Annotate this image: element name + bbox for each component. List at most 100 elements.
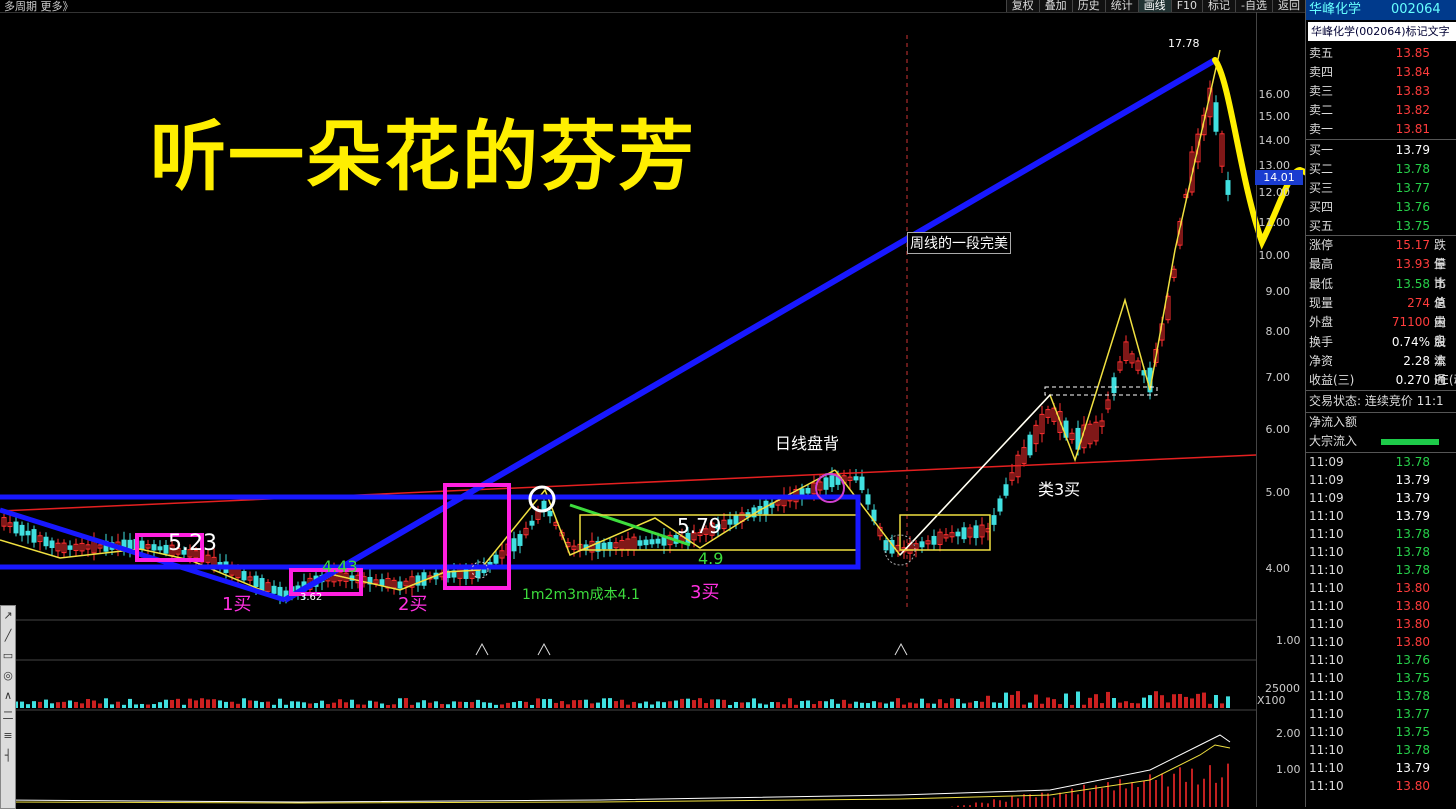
top-button-1[interactable]: 叠加 <box>1039 0 1072 12</box>
candle-body <box>998 499 1002 511</box>
stock-title[interactable]: 华峰化学002064 <box>1306 0 1456 20</box>
volume-bar <box>914 703 918 708</box>
tick-price: 13.78 <box>1386 543 1430 562</box>
price-tick: 10.00 <box>1259 249 1291 262</box>
candle-body <box>638 541 642 545</box>
macd-bar <box>1059 793 1061 807</box>
top-button-7[interactable]: -自选 <box>1235 0 1272 12</box>
macd-bar <box>1185 782 1187 807</box>
top-button-5[interactable]: F10 <box>1171 0 1202 12</box>
volume-bar <box>530 705 534 708</box>
candle-body <box>854 477 858 480</box>
top-button-3[interactable]: 统计 <box>1105 0 1138 12</box>
buy-row: 买五13.75 <box>1306 217 1456 236</box>
candle-body <box>1028 435 1032 455</box>
volume-bar <box>998 703 1002 708</box>
volume-bar <box>986 696 990 708</box>
macd-bar <box>1089 791 1091 807</box>
macd-bar <box>1119 779 1121 807</box>
top-button-2[interactable]: 历史 <box>1072 0 1105 12</box>
tick-time: 11:10 <box>1309 597 1344 616</box>
volume-bar <box>752 698 756 708</box>
candle-body <box>644 540 648 544</box>
volume-bar <box>698 698 702 708</box>
weekly-segment-label: 周线的一段完美 <box>907 232 1011 254</box>
volume-bar <box>794 705 798 708</box>
macd-bar <box>1065 794 1067 807</box>
volume-bar <box>812 704 816 708</box>
stat-label: 涨停 <box>1309 236 1333 255</box>
volume-bar <box>200 698 204 708</box>
class3-buy-label: 类3买 <box>1038 476 1080 500</box>
volume-bar <box>248 700 252 708</box>
volume-bar <box>584 700 588 708</box>
drawing-toolbox[interactable]: ↗╱▭◎∧二≡┤ <box>0 605 16 809</box>
volume-bar <box>182 705 186 708</box>
buy-row: 买三13.77 <box>1306 179 1456 198</box>
volume-bar <box>128 699 132 708</box>
tool-icon[interactable]: ↗ <box>1 606 15 626</box>
tool-icon[interactable]: 二 <box>1 706 15 726</box>
volume-bar <box>566 704 570 708</box>
tick-price: 13.78 <box>1386 525 1430 544</box>
macd-bar <box>981 803 983 807</box>
level-label: 买四 <box>1309 198 1333 217</box>
price-tick: 11.00 <box>1259 216 1291 229</box>
volume-bar <box>686 699 690 708</box>
stat-row: 现量274总量 <box>1306 294 1456 313</box>
top-button-6[interactable]: 标记 <box>1202 0 1235 12</box>
volume-bar <box>596 703 600 708</box>
tool-icon[interactable]: ≡ <box>1 726 15 746</box>
volume-bar <box>44 700 48 708</box>
tool-icon[interactable]: ∧ <box>1 686 15 706</box>
top-button-4[interactable]: 画线 <box>1138 0 1171 12</box>
tick-time: 11:10 <box>1309 651 1344 670</box>
volume-bar <box>542 699 546 708</box>
tool-icon[interactable]: ◎ <box>1 666 15 686</box>
volume-bar <box>56 702 60 708</box>
tool-icon[interactable]: ╱ <box>1 626 15 646</box>
candle-body <box>866 495 870 504</box>
candle-body <box>26 531 30 535</box>
stat-row: 涨停15.17跌停 <box>1306 236 1456 255</box>
period-menu[interactable]: 多周期 更多》 <box>4 0 74 14</box>
macd-bar <box>1029 794 1031 807</box>
macd-panel <box>0 735 1230 807</box>
top-button-0[interactable]: 复权 <box>1006 0 1039 12</box>
tick-price: 13.76 <box>1386 651 1430 670</box>
volume-bar <box>1022 705 1026 708</box>
volume-bar <box>842 700 846 708</box>
stat-value: 274 <box>1386 294 1430 313</box>
macd-bar <box>1221 777 1223 807</box>
stat-value: 13.93 <box>1386 255 1430 274</box>
macd-bar <box>1017 798 1019 807</box>
tick-row: 11:1013.80 <box>1306 597 1456 616</box>
macd-bar <box>1077 794 1079 807</box>
volume-bar <box>116 702 120 708</box>
volume-bar <box>1142 698 1146 708</box>
volume-bar <box>1172 694 1176 708</box>
volume-bar <box>188 699 192 708</box>
price-tick: 12.00 <box>1259 186 1291 199</box>
tool-icon[interactable]: ┤ <box>1 746 15 766</box>
volume-bar <box>284 705 288 708</box>
top-button-8[interactable]: 返回 <box>1272 0 1305 12</box>
level-label: 买三 <box>1309 179 1333 198</box>
volume-bar <box>374 702 378 708</box>
volume-bar <box>410 705 414 708</box>
volume-bar <box>602 698 606 708</box>
volume-bar <box>680 699 684 708</box>
net-inflow-row: 净流入额 <box>1306 413 1456 432</box>
macd-bar <box>1227 764 1229 807</box>
tick-price: 13.80 <box>1386 579 1430 598</box>
tool-icon[interactable]: ▭ <box>1 646 15 666</box>
volume-bar <box>314 703 318 708</box>
volume-bar <box>98 703 102 708</box>
volume-bar <box>80 703 84 708</box>
volume-bar <box>620 700 624 708</box>
tick-row: 11:0913.78 <box>1306 453 1456 472</box>
tick-row: 11:0913.79 <box>1306 489 1456 508</box>
volume-bar <box>1166 702 1170 708</box>
quote-panel: 华峰化学002064 华峰化学(002064)标记文字 卖五13.85卖四13.… <box>1305 0 1456 807</box>
volume-bar <box>650 705 654 708</box>
